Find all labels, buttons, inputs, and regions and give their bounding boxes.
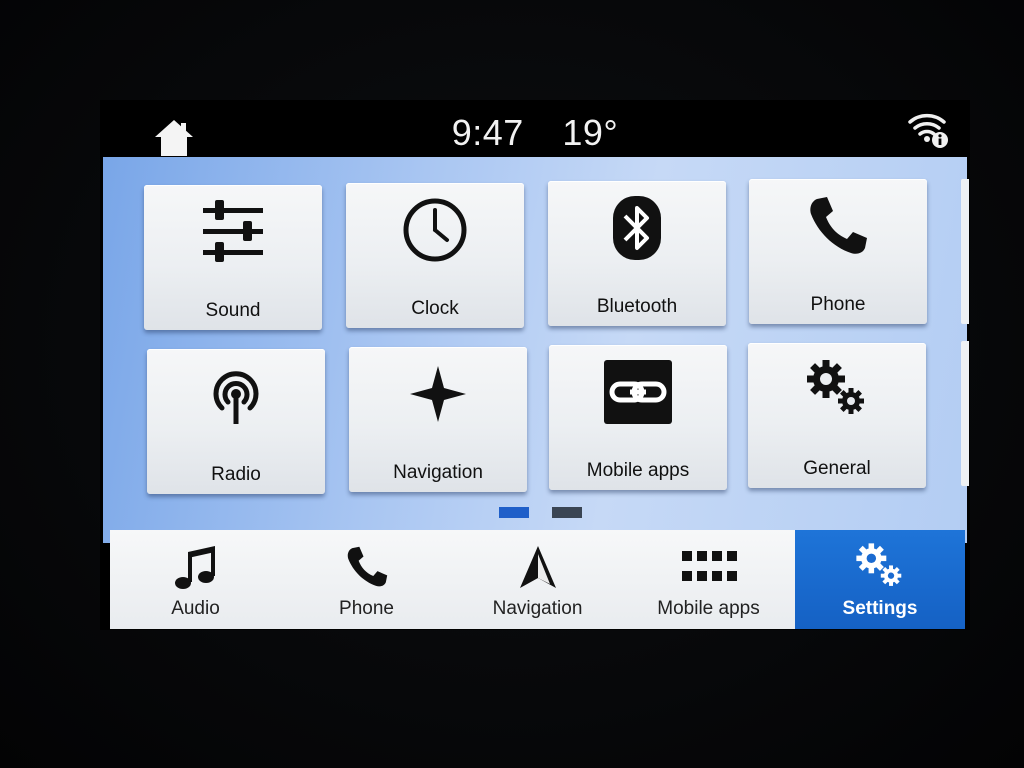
tile-label: Sound <box>205 300 261 321</box>
compass-star-icon <box>410 366 466 422</box>
sliders-icon <box>203 200 263 262</box>
nav-label: Navigation <box>492 598 583 619</box>
next-page-tile-edge <box>961 179 969 324</box>
tile-navigation[interactable]: Navigation <box>349 347 527 492</box>
tile-label: Radio <box>211 464 261 485</box>
tile-phone[interactable]: Phone <box>749 179 927 324</box>
tile-sound[interactable]: Sound <box>144 185 322 330</box>
wifi-icon <box>908 114 948 148</box>
tile-label: General <box>803 458 871 479</box>
tile-label: Clock <box>411 298 459 319</box>
phone-icon <box>347 546 387 587</box>
tile-general[interactable]: General <box>748 343 926 488</box>
radio-antenna-icon <box>213 371 259 424</box>
clock-time: 9:47 <box>451 112 524 153</box>
nav-navigation[interactable]: Navigation <box>452 530 623 629</box>
phone-icon <box>810 197 867 254</box>
next-page-tile-edge <box>961 341 969 486</box>
bottom-navigation-bar: Audio Phone Navigation Mobile apps Setti… <box>110 530 965 629</box>
tile-bluetooth[interactable]: Bluetooth <box>548 181 726 326</box>
clock-icon <box>403 198 467 262</box>
nav-label: Mobile apps <box>657 598 760 619</box>
tile-label: Navigation <box>393 462 483 483</box>
status-readout: 9:47 19° <box>100 112 970 154</box>
page-indicator-1-active[interactable] <box>499 507 529 518</box>
gears-icon <box>856 543 902 586</box>
nav-label: Audio <box>171 598 220 619</box>
tile-clock[interactable]: Clock <box>346 183 524 328</box>
nav-phone[interactable]: Phone <box>281 530 452 629</box>
nav-label: Phone <box>339 598 394 619</box>
page-indicator-2[interactable] <box>552 507 582 518</box>
status-bar: 9:47 19° <box>100 100 970 158</box>
nav-settings-active[interactable]: Settings <box>795 530 965 629</box>
navigation-arrow-icon <box>519 546 556 588</box>
tile-label: Mobile apps <box>586 460 690 481</box>
tile-label: Bluetooth <box>596 296 678 317</box>
gears-icon <box>807 360 864 414</box>
tile-mobile-apps[interactable]: Mobile apps <box>549 345 727 490</box>
link-icon <box>604 360 672 424</box>
music-note-icon <box>174 546 215 589</box>
tile-label: Phone <box>810 294 866 315</box>
nav-mobile-apps[interactable]: Mobile apps <box>623 530 794 629</box>
tile-radio[interactable]: Radio <box>147 349 325 494</box>
nav-label: Settings <box>842 598 918 619</box>
wifi-info-button[interactable] <box>906 108 950 150</box>
app-grid-icon <box>681 551 737 581</box>
screen: 9:47 19° Sound Clock Bluetooth Phone Rad… <box>100 100 970 630</box>
outside-temperature: 19° <box>562 112 619 153</box>
bluetooth-icon <box>613 196 661 260</box>
settings-tiles-panel: Sound Clock Bluetooth Phone Radio Naviga… <box>103 157 969 543</box>
nav-audio[interactable]: Audio <box>110 530 281 629</box>
